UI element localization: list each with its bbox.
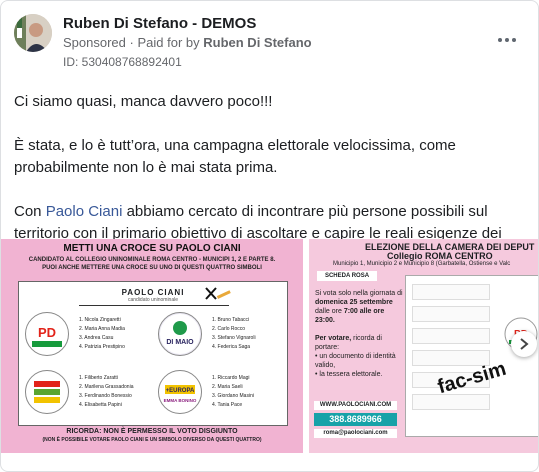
ballot-row [412, 284, 490, 300]
carousel-card-election-info[interactable]: ELEZIONE DELLA CAMERA DEI DEPUT Collegio… [309, 239, 538, 453]
reminder-headline: RICORDA: NON È PERMESSO IL VOTO DISGIUNT… [66, 428, 238, 435]
ballot-row [412, 328, 490, 344]
list-candidate: 1. Nicola Zingaretti [79, 317, 121, 323]
vote-date: domenica 25 settembre [315, 299, 393, 306]
more-options-icon[interactable] [495, 31, 519, 49]
website-label: WWW.PAOLOCIANI.COM [314, 401, 397, 410]
ballot-sample: PAOLO CIANI candidato uninominale PD 1. … [18, 281, 288, 426]
list-block: PD 1. Nicola Zingaretti 2. Maria Anna Ma… [21, 310, 151, 366]
creative-sub-line: CANDIDATO AL COLLEGIO UNINOMINALE ROMA C… [28, 257, 276, 263]
vote-text: Si vota solo nella giornata di [315, 290, 403, 297]
text-run: Con [14, 203, 46, 220]
vote-text: Per votare, [315, 335, 352, 342]
ballot-row [412, 306, 490, 322]
list-candidate: 2. Carlo Rocco [212, 326, 246, 332]
candidate-subtitle: candidato uninominale [127, 297, 179, 303]
post-paragraph: È stata, e lo è tutt’ora, una campagna e… [14, 137, 456, 176]
list-candidate: 3. Giordano Masini [212, 393, 254, 399]
list-candidate: 2. Maria Saeli [212, 384, 243, 390]
list-candidate: 1. Riccardo Magi [212, 375, 250, 381]
paid-by-name[interactable]: Ruben Di Stefano [203, 35, 311, 50]
reminder-subtext: (NON È POSSIBILE VOTARE PAOLO CIANI E UN… [42, 437, 262, 443]
list-candidate: 4. Tania Pace [212, 402, 243, 408]
candidate-name: PAOLO CIANI [121, 288, 185, 297]
logo-text: DI MAIO [166, 339, 194, 346]
list-candidate: 4. Patrizia Prestipino [79, 344, 125, 350]
ad-carousel[interactable]: METTI UNA CROCE SU PAOLO CIANI CANDIDATO… [1, 239, 538, 453]
creative-subheadline: CANDIDATO AL COLLEGIO UNINOMINALE ROMA C… [11, 256, 293, 272]
list-block: DI MAIO 1. Bruno Tabacci 2. Carlo Rocco … [154, 310, 284, 366]
list-block: 1. Filiberto Zaratti 2. Marilena Grassad… [21, 368, 151, 424]
list-names: 1. Bruno Tabacci 2. Carlo Rocco 3. Stefa… [212, 316, 256, 352]
logo-text: +EUROPA [166, 388, 195, 394]
post-paragraph: Ci siamo quasi, manca davvero poco!!! [14, 93, 273, 110]
pd-logo-icon: PD [25, 312, 69, 356]
paid-for-label: Paid for by [137, 35, 200, 50]
vote-text: dalle ore [315, 308, 342, 315]
impegno-civico-logo-icon: DI MAIO [158, 312, 202, 356]
alleanza-verdi-sinistra-logo-icon [25, 370, 69, 414]
creative-headline: METTI UNA CROCE SU PAOLO CIANI [63, 243, 241, 254]
list-candidate: 1. Bruno Tabacci [212, 317, 250, 323]
creative-subtitle: Collegio ROMA CENTRO [387, 251, 493, 261]
scheda-label: SCHEDA ROSA [317, 271, 377, 281]
ad-card: Ruben Di Stefano - DEMOS Sponsored · Pai… [0, 0, 539, 472]
logo-text: PD [38, 325, 56, 340]
list-candidate: 3. Ferdinando Bonessio [79, 393, 132, 399]
list-candidate: 2. Marilena Grassadonia [79, 384, 134, 390]
creative-sub-line: PUOI ANCHE METTERE UNA CROCE SU UNO DI Q… [42, 265, 262, 271]
sponsor-line: Sponsored · Paid for by Ruben Di Stefano [63, 35, 312, 50]
vote-bullet: • la tessera elettorale. [315, 371, 383, 378]
list-names: 1. Filiberto Zaratti 2. Marilena Grassad… [79, 374, 133, 410]
creative-municipi: Municipio 1, Municipio 2 e Municipio 8 (… [333, 261, 511, 267]
list-block: +EUROPA EMMA BONINO 1. Riccardo Magi 2. M… [154, 368, 284, 424]
phone-label: 388.8689966 [314, 413, 397, 426]
list-names: 1. Riccardo Magi 2. Maria Saeli 3. Giord… [212, 374, 254, 410]
list-candidate: 3. Andrea Casu [79, 335, 114, 341]
email-label: roma@paolociani.com [314, 429, 397, 438]
list-candidate: 2. Maria Anna Madia [79, 326, 125, 332]
list-candidate: 1. Filiberto Zaratti [79, 375, 118, 381]
sponsored-label: Sponsored [63, 35, 126, 50]
list-candidate: 4. Federica Saga [212, 344, 251, 350]
carousel-next-button[interactable] [511, 331, 537, 357]
vote-bullet: • un documento di identità valido, [315, 353, 396, 369]
candidate-line [79, 305, 229, 306]
author-name[interactable]: Ruben Di Stefano - DEMOS [63, 15, 256, 32]
list-names: 1. Nicola Zingaretti 2. Maria Anna Madia… [79, 316, 125, 352]
avatar[interactable] [14, 14, 52, 52]
ad-id: ID: 530408768892401 [63, 55, 182, 69]
mention-link[interactable]: Paolo Ciani [46, 203, 123, 220]
carousel-card-ballot-guide[interactable]: METTI UNA CROCE SU PAOLO CIANI CANDIDATO… [1, 239, 303, 453]
piu-europa-logo-icon: +EUROPA EMMA BONINO [158, 370, 202, 414]
list-candidate: 3. Stefano Vignaroli [212, 335, 256, 341]
chevron-right-icon [520, 338, 529, 350]
pencil-cross-icon [205, 287, 231, 300]
logo-text: EMMA BONINO [164, 398, 197, 403]
list-candidate: 4. Elisabetta Papini [79, 402, 122, 408]
voting-info: Si vota solo nella giornata di domenica … [315, 289, 405, 379]
